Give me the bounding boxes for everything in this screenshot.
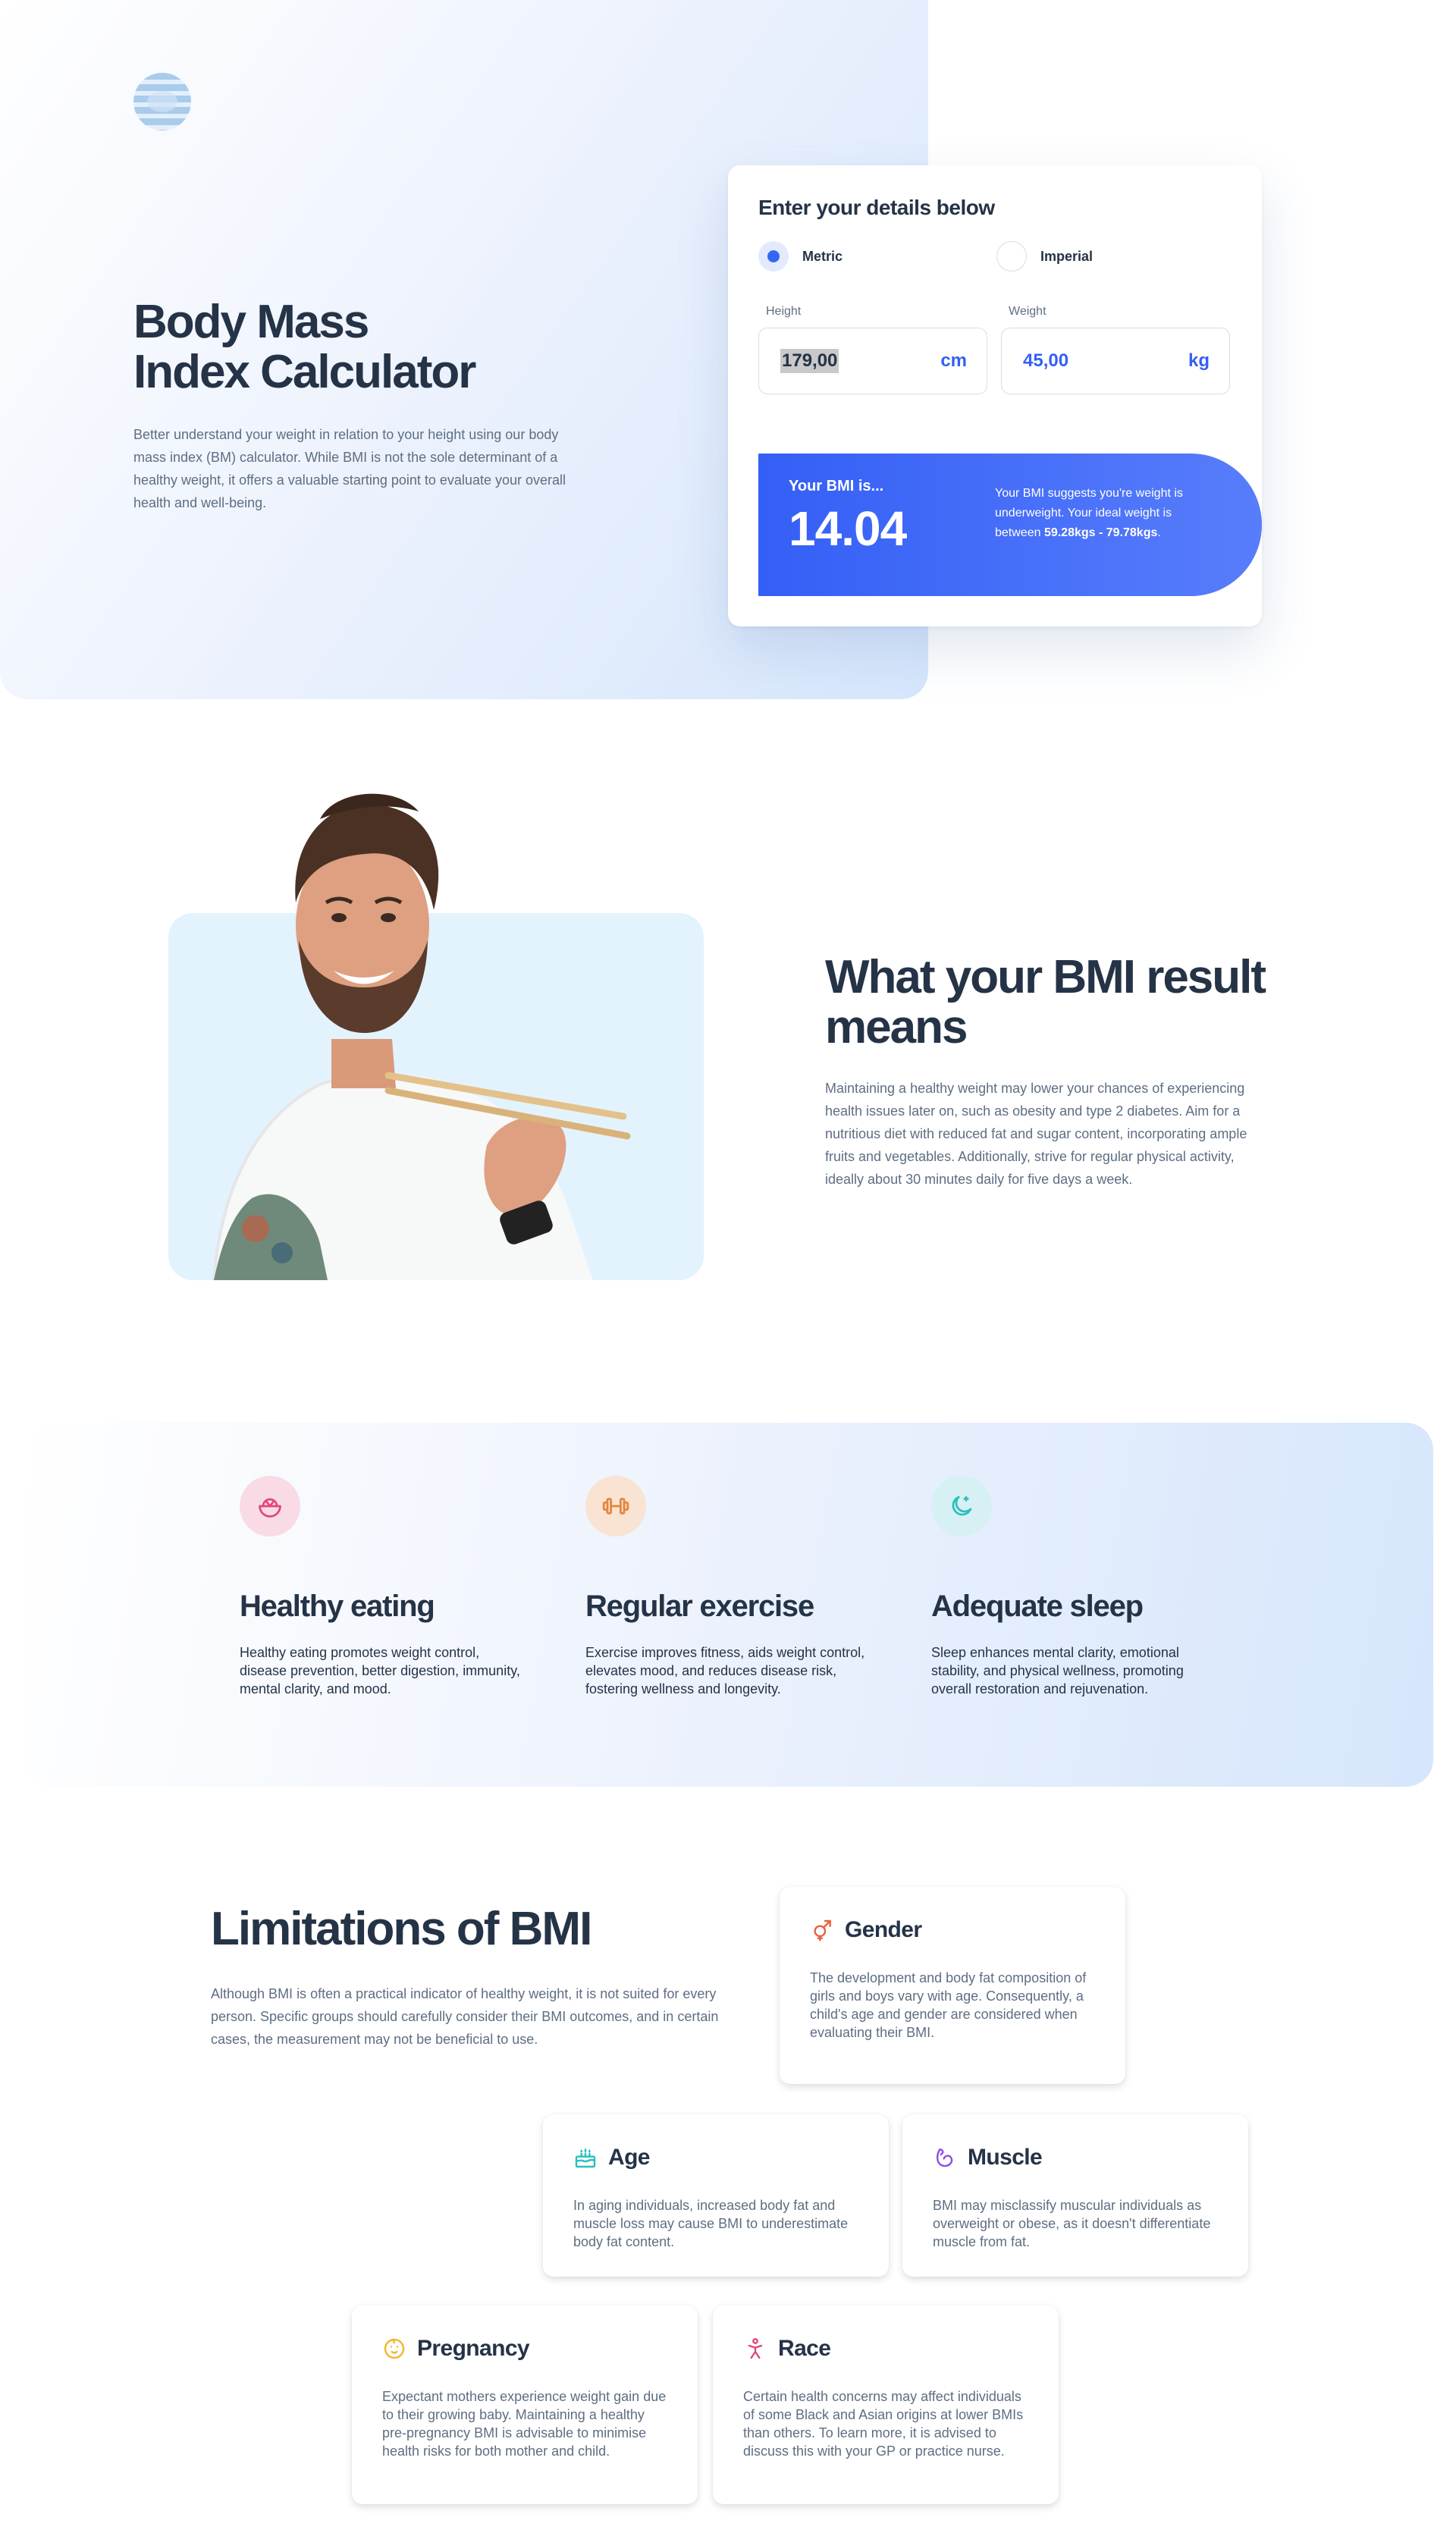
tip-text: Sleep enhances mental clarity, emotional… [931, 1645, 1184, 1697]
limitation-card-age: Age In aging individuals, increased body… [543, 2114, 889, 2277]
weight-input[interactable]: 45,00 kg [1001, 328, 1230, 394]
man-eating-photo [168, 789, 704, 1280]
tip-text: Exercise improves fitness, aids weight c… [585, 1645, 865, 1697]
limitation-text: In aging individuals, increased body fat… [573, 2198, 849, 2249]
page-title-line-2: Index Calculator [133, 346, 476, 398]
imperial-radio-label: Imperial [1040, 248, 1094, 264]
limitation-title: Race [778, 2336, 831, 2361]
bmi-result-panel: Your BMI is... 14.04 Your BMI suggests y… [758, 454, 1262, 596]
bicep-icon [936, 2148, 953, 2167]
limitation-title: Gender [845, 1917, 922, 1942]
limitation-text: Certain health concerns may affect indiv… [743, 2389, 1024, 2459]
ideal-weight-range: 59.28kgs - 79.78kgs [1043, 526, 1158, 539]
limitation-title: Age [608, 2145, 650, 2170]
dumbbell-icon [585, 1476, 646, 1536]
bmi-meaning-description: Maintaining a healthy weight may lower y… [825, 1081, 1247, 1187]
tip-text: Healthy eating promotes weight control, … [240, 1645, 520, 1697]
moon-stars-icon [931, 1476, 992, 1536]
page-title-line-1: Body Mass [133, 296, 369, 348]
tip-title: Regular exercise [585, 1590, 814, 1623]
metric-radio-label: Metric [802, 248, 843, 264]
weight-label: Weight [1009, 305, 1046, 318]
tip-regular-exercise: Regular exercise Exercise improves fitne… [585, 1476, 874, 1698]
height-input[interactable]: 179,00 cm [758, 328, 987, 394]
bmi-calculator-card: Enter your details below Metric Imperial… [728, 165, 1262, 626]
hero-description: Better understand your weight in relatio… [133, 427, 566, 510]
bmi-result-value: 14.04 [789, 501, 907, 556]
gender-icon [814, 1919, 831, 1941]
calculator-title: Enter your details below [758, 196, 995, 219]
bmi-result-message: Your BMI suggests you're weight is under… [995, 484, 1207, 543]
limitation-text: The development and body fat composition… [810, 1970, 1087, 2040]
limitation-card-race: Race Certain health concerns may affect … [713, 2305, 1059, 2504]
height-label: Height [766, 305, 802, 318]
page-title: Body Mass Index Calculator [133, 297, 558, 397]
bmi-message-end: . [1157, 526, 1161, 539]
radio-checked-icon[interactable] [758, 241, 789, 272]
height-unit: cm [940, 350, 967, 371]
limitation-card-muscle: Muscle BMI may misclassify muscular indi… [902, 2114, 1248, 2277]
limitations-title: Limitations of BMI [211, 1903, 592, 1955]
bmi-result-label: Your BMI is... [789, 478, 884, 494]
radio-unchecked-icon[interactable] [996, 241, 1027, 272]
limitation-title: Muscle [968, 2145, 1043, 2170]
weight-unit: kg [1188, 350, 1210, 371]
imperial-radio[interactable]: Imperial [996, 241, 1093, 272]
height-value[interactable]: 179,00 [780, 349, 839, 373]
bowl-icon [240, 1476, 300, 1536]
limitation-card-pregnancy: Pregnancy Expectant mothers experience w… [352, 2305, 698, 2504]
tip-adequate-sleep: Adequate sleep Sleep enhances mental cla… [931, 1476, 1219, 1698]
tip-healthy-eating: Healthy eating Healthy eating promotes w… [240, 1476, 528, 1698]
limitations-description: Although BMI is often a practical indica… [211, 1986, 719, 2047]
person-pose-icon [748, 2338, 763, 2359]
weight-value[interactable]: 45,00 [1023, 350, 1068, 372]
tip-title: Adequate sleep [931, 1590, 1144, 1623]
birthday-cake-icon [575, 2148, 596, 2168]
limitation-text: BMI may misclassify muscular individuals… [933, 2198, 1211, 2249]
limitation-card-gender: Gender The development and body fat comp… [780, 1887, 1125, 2084]
limitation-text: Expectant mothers experience weight gain… [382, 2389, 667, 2459]
bmi-meaning-title: What your BMI result means [825, 951, 1266, 1053]
logo-icon[interactable] [133, 73, 191, 130]
baby-face-icon [384, 2338, 405, 2359]
tip-title: Healthy eating [240, 1590, 435, 1623]
metric-radio[interactable]: Metric [758, 241, 843, 272]
limitation-title: Pregnancy [417, 2336, 530, 2361]
